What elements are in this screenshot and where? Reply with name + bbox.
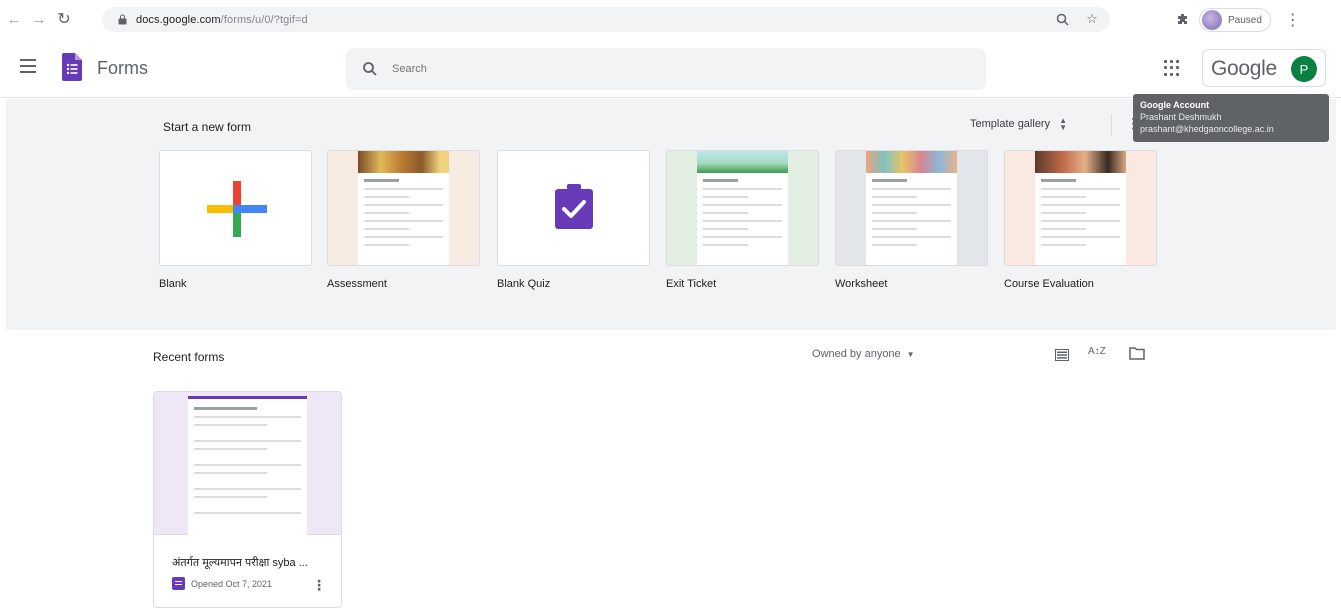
form-preview: [188, 396, 307, 535]
owner-filter-dropdown[interactable]: Owned by anyone ▼: [812, 348, 915, 360]
forms-logo-icon[interactable]: [62, 53, 82, 81]
tooltip-title: Google Account: [1140, 100, 1210, 110]
folder-icon[interactable]: [1129, 346, 1145, 360]
google-logo-text: Google: [1211, 57, 1277, 80]
divider: [1111, 114, 1112, 136]
template-worksheet[interactable]: Worksheet: [835, 150, 988, 290]
template-exit-ticket[interactable]: Exit Ticket: [666, 150, 819, 290]
template-thumbnail[interactable]: [1004, 150, 1157, 266]
search-input[interactable]: [392, 63, 892, 75]
account-tooltip: Google Account Prashant Deshmukh prashan…: [1133, 94, 1329, 142]
template-blank-quiz[interactable]: Blank Quiz: [497, 150, 650, 290]
reload-icon[interactable]: ↻: [53, 8, 75, 30]
template-blank[interactable]: Blank: [159, 150, 312, 290]
recent-form-card[interactable]: अंतर्गत मूल्यमापन परीक्षा syba ... Opene…: [153, 391, 342, 608]
template-label: Course Evaluation: [1004, 278, 1094, 290]
app-title[interactable]: Forms: [97, 58, 148, 79]
template-label: Assessment: [327, 278, 387, 290]
template-label: Blank Quiz: [497, 278, 551, 290]
template-thumbnail[interactable]: [666, 150, 819, 266]
form-title[interactable]: अंतर्गत मूल्यमापन परीक्षा syba ...: [172, 555, 308, 570]
form-preview: [1035, 151, 1126, 265]
search-box[interactable]: [346, 48, 986, 90]
tooltip-email: prashant@khedgaoncollege.ac.in: [1140, 124, 1274, 134]
form-thumbnail[interactable]: [154, 392, 341, 535]
lock-icon: [116, 14, 128, 26]
list-view-icon[interactable]: [1055, 348, 1069, 361]
forward-icon[interactable]: →: [28, 8, 50, 30]
form-more-options-icon[interactable]: ⋮: [312, 577, 326, 594]
url-text: docs.google.com/forms/u/0/?tgif=d: [136, 13, 308, 26]
dropdown-arrow-icon: ▼: [906, 349, 915, 359]
google-apps-icon[interactable]: [1164, 60, 1180, 76]
template-label: Worksheet: [835, 278, 888, 290]
template-gallery-label: Template gallery: [970, 118, 1051, 130]
app-header: Forms Google P: [0, 38, 1341, 98]
form-meta: Opened Oct 7, 2021: [172, 577, 272, 590]
back-icon[interactable]: ←: [3, 8, 25, 30]
unfold-icon: ▲ ▼: [1059, 116, 1068, 132]
form-preview: [866, 151, 957, 265]
template-gallery-button[interactable]: Template gallery ▲ ▼: [970, 116, 1068, 132]
form-preview: [358, 151, 449, 265]
browser-toolbar: ← → ↻ docs.google.com/forms/u/0/?tgif=d …: [0, 0, 1341, 38]
profile-avatar: [1202, 10, 1222, 30]
profile-button[interactable]: Paused: [1199, 8, 1271, 32]
plus-icon: [207, 181, 267, 237]
search-icon[interactable]: [362, 61, 378, 77]
template-label: Exit Ticket: [666, 278, 717, 290]
template-thumbnail[interactable]: [835, 150, 988, 266]
address-bar[interactable]: docs.google.com/forms/u/0/?tgif=d ☆: [102, 7, 1110, 32]
template-thumbnail[interactable]: [327, 150, 480, 266]
account-switcher[interactable]: Google P: [1202, 49, 1326, 87]
forms-file-icon: [172, 577, 185, 590]
start-new-form-label: Start a new form: [163, 120, 252, 134]
bookmark-star-icon[interactable]: ☆: [1084, 11, 1100, 27]
form-preview: [697, 151, 788, 265]
sort-az-icon[interactable]: A↕Z: [1088, 346, 1106, 357]
extensions-icon[interactable]: [1175, 12, 1191, 28]
tooltip-name: Prashant Deshmukh: [1140, 112, 1222, 122]
profile-status: Paused: [1228, 14, 1262, 26]
owner-filter-label: Owned by anyone: [812, 348, 901, 360]
recent-forms-label: Recent forms: [153, 350, 225, 364]
main-menu-icon[interactable]: [20, 59, 36, 73]
template-label: Blank: [159, 278, 187, 290]
template-assessment[interactable]: Assessment: [327, 150, 480, 290]
account-avatar[interactable]: P: [1291, 56, 1317, 82]
chrome-menu-icon[interactable]: ⋮: [1285, 10, 1301, 30]
form-opened-date: Opened Oct 7, 2021: [191, 578, 273, 589]
template-course-evaluation[interactable]: Course Evaluation: [1004, 150, 1157, 290]
template-thumbnail[interactable]: [497, 150, 650, 266]
zoom-icon[interactable]: [1054, 11, 1070, 27]
template-thumbnail[interactable]: [159, 150, 312, 266]
quiz-icon: [555, 184, 593, 229]
